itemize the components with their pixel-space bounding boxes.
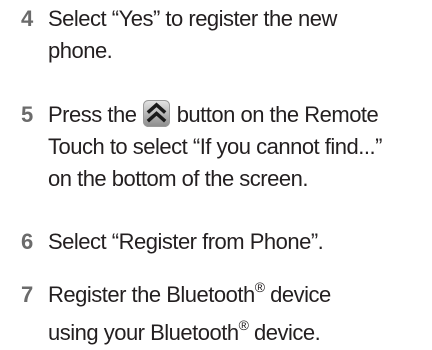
step-text-fragment: Register the Bluetooth (48, 282, 255, 307)
step-text-line: Register the Bluetooth® device (48, 279, 428, 312)
step-text: Select “Yes” to register the new phone. (48, 4, 428, 66)
step-text-line: Select “Register from Phone”. (48, 229, 324, 254)
step-number: 6 (21, 229, 33, 254)
step-text-line: phone. (48, 38, 113, 63)
step-text: Select “Register from Phone”. (48, 227, 428, 257)
step-text-fragment: using your Bluetooth (48, 320, 239, 345)
step-text: Register the Bluetooth® device using you… (48, 279, 428, 350)
step-text-line: Touch to select “If you cannot find...” (48, 134, 382, 159)
step-text-fragment: device. (248, 320, 321, 345)
registered-mark: ® (254, 279, 265, 295)
step-text-line: on the bottom of the screen. (48, 166, 308, 191)
step-text-line: Press the button on the Remote (48, 100, 428, 130)
step-number: 4 (21, 6, 33, 31)
step-text-fragment: Press the (48, 102, 137, 127)
step-text-fragment: device (264, 282, 331, 307)
step-text: Press the button on the Remote Touch to … (48, 100, 428, 194)
step-number: 5 (21, 102, 33, 127)
step-text-line: Select “Yes” to register the new (48, 6, 337, 31)
registered-mark: ® (238, 317, 249, 333)
step-text-fragment: button on the Remote (176, 102, 379, 127)
step-text-line: using your Bluetooth® device. (48, 317, 428, 350)
step-number: 7 (21, 282, 33, 307)
double-chevron-up-icon (143, 100, 171, 127)
